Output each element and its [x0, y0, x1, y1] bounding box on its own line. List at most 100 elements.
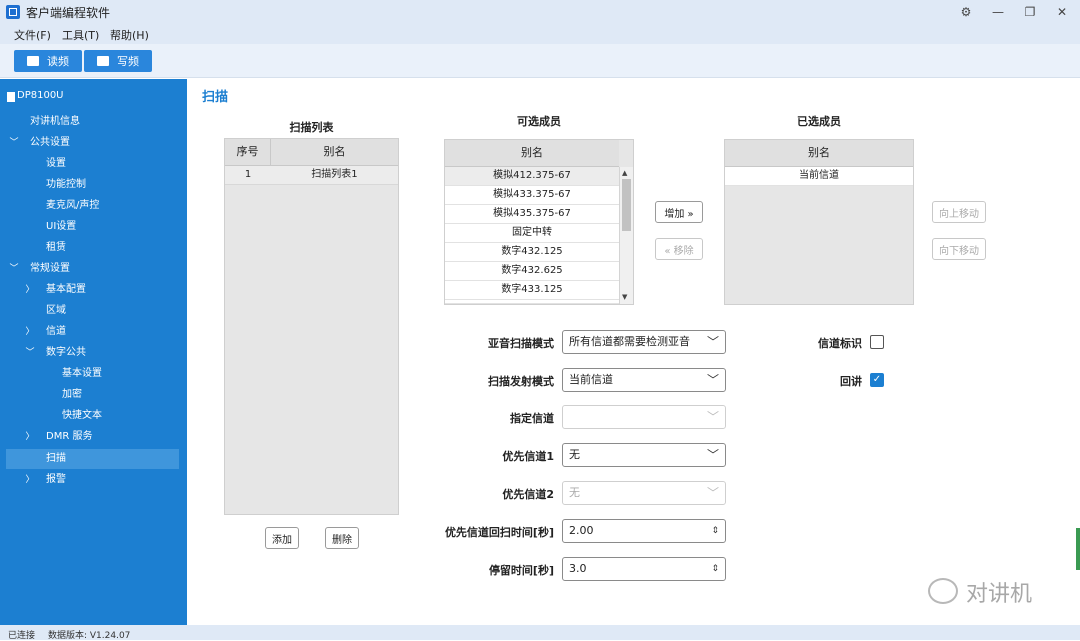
list-item[interactable]: 当前信道 — [725, 167, 913, 186]
select-value: 当前信道 — [569, 373, 613, 386]
subaudio-scan-mode-select[interactable]: 所有信道都需要检测亚音 ﹀ — [562, 330, 726, 354]
sidebar-item-label: 基本设置 — [62, 368, 102, 379]
chevron-down-icon: ﹀ — [706, 448, 719, 462]
row-alias: 扫描列表1 — [311, 169, 358, 180]
sidebar-item-label: 设置 — [46, 158, 66, 169]
designated-channel-select[interactable]: ﹀ — [562, 405, 726, 429]
scan-list-title: 扫描列表 — [289, 121, 334, 134]
sidebar-item-label: 公共设置 — [30, 137, 70, 148]
list-item[interactable]: 固定中转 — [445, 224, 619, 243]
restore-button[interactable]: ❐ — [1016, 2, 1044, 22]
select-value: 所有信道都需要检测亚音 — [569, 335, 690, 348]
column-header-alias: 别名 — [725, 140, 913, 167]
list-item[interactable]: 模拟435.375-67 — [445, 205, 619, 224]
priority-channel-1-select[interactable]: 无 ﹀ — [562, 443, 726, 467]
sidebar-item-label: 对讲机信息 — [30, 116, 80, 127]
read-icon — [27, 56, 39, 66]
move-down-button[interactable]: 向下移动 — [932, 238, 986, 260]
priority-rescan-time-label: 优先信道回扫时间[秒] — [444, 526, 554, 539]
wechat-logo-icon — [928, 578, 958, 604]
table-row[interactable]: 1 扫描列表1 — [225, 166, 398, 185]
column-header-alias: 别名 — [271, 139, 398, 166]
sidebar-item-basic-settings[interactable]: 基本设置 — [0, 364, 187, 384]
page-title: 扫描 — [202, 90, 229, 105]
chevron-down-icon: ﹀ — [706, 410, 719, 424]
spinner-arrows-icon[interactable]: ⇕ — [711, 520, 719, 542]
priority-channel-2-label: 优先信道2 — [502, 488, 554, 501]
chevron-right-icon: 〉 — [25, 285, 35, 295]
delete-scan-list-button[interactable]: 删除 — [325, 527, 359, 549]
remove-member-button[interactable]: « 移除 — [655, 238, 703, 260]
sidebar-item-ui-settings[interactable]: UI设置 — [0, 217, 187, 237]
sidebar-item-label: 扫描 — [46, 453, 66, 464]
spinbox-value: 2.00 — [569, 524, 594, 537]
menu-bar — [0, 24, 1080, 44]
dwell-time-label: 停留时间[秒] — [488, 564, 554, 577]
sidebar-item-label: 租赁 — [46, 242, 66, 253]
list-item[interactable] — [445, 300, 619, 304]
designated-channel-label: 指定信道 — [510, 412, 554, 425]
chevron-right-icon: 〉 — [25, 432, 35, 442]
sidebar-item-radio-info[interactable]: 对讲机信息 — [0, 112, 187, 132]
sidebar-item-basic-config[interactable]: 〉 基本配置 — [0, 280, 187, 300]
read-button[interactable]: 读频 — [14, 50, 82, 72]
sidebar-item-alarm[interactable]: 〉 报警 — [0, 470, 187, 490]
subaudio-scan-mode-label: 亚音扫描模式 — [488, 337, 554, 350]
write-icon — [97, 56, 109, 66]
sidebar-item-scan[interactable]: 扫描 — [6, 449, 179, 469]
sidebar-item-label: 麦克风/声控 — [46, 200, 100, 211]
title-bar — [0, 0, 1080, 24]
menu-file[interactable]: 文件(F) — [14, 27, 51, 43]
priority-rescan-time-spinbox[interactable]: 2.00 ⇕ — [562, 519, 726, 543]
priority-channel-1-label: 优先信道1 — [502, 450, 554, 463]
priority-channel-2-select[interactable]: 无 ﹀ — [562, 481, 726, 505]
sidebar-item-dmr-service[interactable]: 〉 DMR 服务 — [0, 427, 187, 447]
menu-help[interactable]: 帮助(H) — [110, 27, 149, 43]
sidebar-item-function-control[interactable]: 功能控制 — [0, 175, 187, 195]
add-scan-list-button[interactable]: 添加 — [265, 527, 299, 549]
list-item[interactable]: 数字432.625 — [445, 262, 619, 281]
scan-tx-mode-select[interactable]: 当前信道 ﹀ — [562, 368, 726, 392]
sidebar-item-general-settings[interactable]: ﹀ 常规设置 — [0, 259, 187, 279]
side-tab[interactable] — [1076, 528, 1080, 570]
dwell-time-spinbox[interactable]: 3.0 ⇕ — [562, 557, 726, 581]
list-item[interactable]: 模拟433.375-67 — [445, 186, 619, 205]
chevron-down-icon: ﹀ — [25, 348, 35, 358]
close-button[interactable]: ✕ — [1048, 2, 1076, 22]
scrollbar-thumb[interactable] — [622, 179, 631, 231]
sidebar-item-settings[interactable]: 设置 — [0, 154, 187, 174]
sidebar-item-label: UI设置 — [46, 221, 77, 232]
talkback-label: 回讲 — [840, 375, 862, 388]
scroll-up-arrow-icon[interactable]: ▲ — [622, 169, 631, 177]
sidebar-item-rental[interactable]: 租赁 — [0, 238, 187, 258]
sidebar-item-digital-public[interactable]: ﹀ 数字公共 — [0, 343, 187, 363]
spinner-arrows-icon[interactable]: ⇕ — [711, 558, 719, 580]
sidebar-item-zone[interactable]: 区域 — [0, 301, 187, 321]
talkback-checkbox[interactable]: ✓ — [870, 373, 884, 387]
watermark-text: 对讲机 — [966, 582, 1033, 607]
spinbox-value: 3.0 — [569, 562, 587, 575]
sidebar-item-channel[interactable]: 〉 信道 — [0, 322, 187, 342]
sidebar-item-mic-vox[interactable]: 麦克风/声控 — [0, 196, 187, 216]
row-no: 1 — [244, 169, 252, 180]
channel-mark-checkbox[interactable] — [870, 335, 884, 349]
scroll-down-arrow-icon[interactable]: ▼ — [622, 293, 631, 301]
list-item[interactable]: 模拟412.375-67 — [445, 167, 619, 186]
list-item[interactable]: 数字432.125 — [445, 243, 619, 262]
write-button[interactable]: 写频 — [84, 50, 152, 72]
column-header-no: 序号 — [225, 139, 271, 166]
status-bar — [0, 625, 1080, 640]
window-title: 客户端编程软件 — [26, 6, 111, 20]
menu-tools[interactable]: 工具(T) — [62, 27, 99, 43]
list-item[interactable]: 数字433.125 — [445, 281, 619, 300]
vertical-scrollbar[interactable]: ▲ ▼ — [619, 167, 633, 304]
sidebar-item-encryption[interactable]: 加密 — [0, 385, 187, 405]
chevron-right-icon: 〉 — [25, 475, 35, 485]
move-up-button[interactable]: 向上移动 — [932, 201, 986, 223]
sidebar-item-quick-text[interactable]: 快捷文本 — [0, 406, 187, 426]
sidebar-item-public-settings[interactable]: ﹀ 公共设置 — [0, 133, 187, 153]
minimize-button[interactable]: — — [984, 2, 1012, 22]
add-member-button[interactable]: 增加 » — [655, 201, 703, 223]
device-icon — [7, 92, 15, 102]
settings-gear-icon[interactable]: ⚙ — [952, 2, 980, 22]
